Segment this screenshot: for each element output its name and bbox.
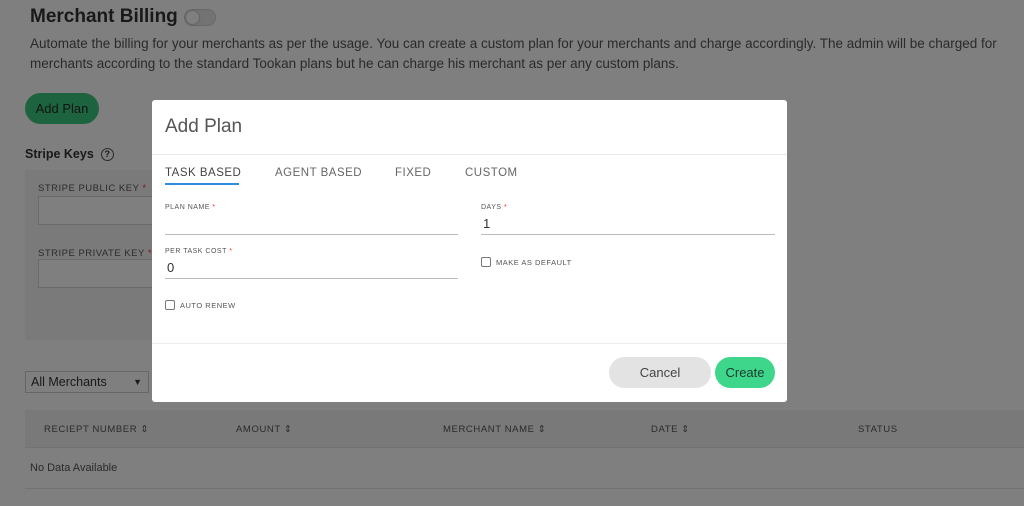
modal-footer-divider bbox=[152, 343, 787, 344]
tab-custom[interactable]: CUSTOM bbox=[465, 167, 518, 179]
auto-renew-row[interactable]: AUTO RENEW bbox=[165, 300, 236, 310]
make-default-label: MAKE AS DEFAULT bbox=[496, 257, 572, 267]
plan-name-label: PLAN NAME * bbox=[165, 204, 216, 211]
tab-fixed[interactable]: FIXED bbox=[395, 167, 431, 179]
tab-agent-based[interactable]: AGENT BASED bbox=[275, 167, 362, 179]
tab-task-based[interactable]: TASK BASED bbox=[165, 167, 241, 179]
create-button[interactable]: Create bbox=[715, 357, 775, 388]
auto-renew-label: AUTO RENEW bbox=[180, 300, 236, 310]
cancel-button[interactable]: Cancel bbox=[609, 357, 711, 388]
modal-title: Add Plan bbox=[165, 116, 243, 137]
auto-renew-checkbox[interactable] bbox=[165, 300, 175, 310]
make-default-checkbox[interactable] bbox=[481, 257, 491, 267]
make-default-row[interactable]: MAKE AS DEFAULT bbox=[481, 257, 572, 267]
days-label: DAYS * bbox=[481, 204, 508, 211]
plan-name-input[interactable] bbox=[165, 213, 458, 235]
add-plan-modal: Add Plan TASK BASED AGENT BASED FIXED CU… bbox=[152, 100, 787, 402]
active-tab-indicator bbox=[165, 183, 239, 185]
modal-header-divider bbox=[152, 154, 787, 155]
per-task-cost-label: PER TASK COST * bbox=[165, 248, 233, 255]
per-task-cost-input[interactable] bbox=[165, 257, 458, 279]
days-input[interactable] bbox=[481, 213, 775, 235]
